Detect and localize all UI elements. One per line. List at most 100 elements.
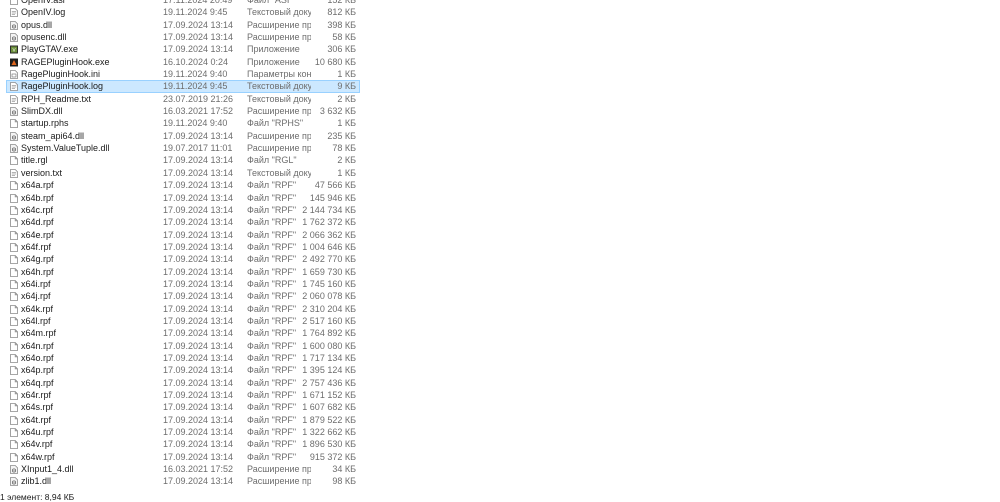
file-name: zlib1.dll	[21, 476, 52, 487]
file-row[interactable]: opusenc.dll 17.09.2024 13:14 Расширение пр…	[0, 31, 1000, 43]
file-size: 1 600 080 КБ	[302, 340, 356, 351]
file-row[interactable]: RagePluginHook.ini 19.11.2024 9:40 Парамет…	[0, 68, 1000, 80]
file-row[interactable]: x64j.rpf 17.09.2024 13:14 Файл "RPF" 2 060 …	[0, 290, 1000, 302]
file-row[interactable]: x64i.rpf 17.09.2024 13:14 Файл "RPF" 1 745 …	[0, 278, 1000, 290]
file-row[interactable]: SlimDX.dll16.03.2021 17:52Расширение при…	[0, 105, 1000, 117]
file-row[interactable]: x64g.rpf 17.09.2024 13:14 Файл "RPF" 2 492 …	[0, 253, 1000, 265]
dll-file-icon	[10, 107, 18, 116]
file-row[interactable]: x64p.rpf 17.09.2024 13:14 Файл "RPF" 1 395 …	[0, 364, 1000, 376]
file-size: 1 КБ	[337, 118, 356, 129]
file-row[interactable]: x64b.rpf 17.09.2024 13:14 Файл "RPF" 145 94…	[0, 192, 1000, 204]
file-date-modified: 16.10.2024 0:24	[163, 56, 229, 67]
file-row[interactable]: x64m.rpf 17.09.2024 13:14 Файл "RPF" 1 764 …	[0, 327, 1000, 339]
file-row[interactable]: zlib1.dll17.09.2024 13:14Расширение при.…	[0, 475, 1000, 487]
file-name: x64n.rpf	[21, 340, 54, 351]
file-name: SlimDX.dll	[21, 106, 63, 117]
file-date-modified: 17.09.2024 13:14	[163, 192, 234, 203]
file-row[interactable]: x64c.rpf 17.09.2024 13:14 Файл "RPF" 2 144 …	[0, 204, 1000, 216]
file-date-modified: 17.09.2024 13:14	[163, 476, 234, 487]
config-file-icon	[10, 70, 18, 79]
file-name: RagePluginHook.ini	[21, 69, 101, 80]
file-size: 1 КБ	[337, 69, 356, 80]
file-name: x64l.rpf	[21, 315, 51, 326]
generic-file-icon	[10, 193, 18, 203]
text-file-icon	[10, 168, 18, 178]
file-size: 1 745 160 КБ	[302, 278, 356, 289]
file-size: 1 879 522 КБ	[302, 414, 356, 425]
file-row[interactable]: x64u.rpf 17.09.2024 13:14 Файл "RPF" 1 322 …	[0, 426, 1000, 438]
file-row[interactable]: opus.dll17.09.2024 13:14Расширение при..…	[0, 19, 1000, 31]
file-row[interactable]: x64q.rpf 17.09.2024 13:14 Файл "RPF" 2 757 …	[0, 377, 1000, 389]
generic-file-icon	[10, 0, 18, 5]
file-date-modified: 17.09.2024 13:14	[163, 130, 234, 141]
file-date-modified: 17.09.2024 13:14	[163, 328, 234, 339]
dll-file-icon	[10, 131, 18, 141]
file-date-modified: 17.09.2024 13:14	[163, 390, 234, 400]
file-row[interactable]: OpenIV.log19.11.2024 9:45Текстовый докум…	[0, 6, 1000, 18]
file-row[interactable]: x64l.rpf 17.09.2024 13:14 Файл "RPF" 2 517 …	[0, 315, 1000, 327]
file-row[interactable]: x64o.rpf 17.09.2024 13:14 Файл "RPF" 1 717 …	[0, 352, 1000, 364]
file-row[interactable]: startup.rphs 19.11.2024 9:40 Файл "RPHS" 1 …	[0, 117, 1000, 129]
file-row[interactable]: version.txt 17.09.2024 13:14 Текстовый док…	[0, 167, 1000, 179]
file-name: x64q.rpf	[21, 377, 54, 388]
file-size: 1 395 124 КБ	[302, 365, 356, 376]
file-date-modified: 17.09.2024 13:14	[163, 365, 234, 376]
generic-file-icon	[10, 366, 18, 376]
file-size: 9 КБ	[337, 81, 356, 92]
file-date-modified: 17.09.2024 13:14	[163, 241, 234, 252]
file-list[interactable]: OpenIV.asi 17.11.2024 20:49 Файл "ASI" 152 …	[0, 0, 1000, 488]
file-size: 34 КБ	[332, 464, 356, 475]
file-size: 2 144 734 КБ	[302, 204, 356, 215]
file-row[interactable]: x64e.rpf 17.09.2024 13:14 Файл "RPF" 2 066 …	[0, 229, 1000, 241]
file-row[interactable]: x64d.rpf 17.09.2024 13:14 Файл "RPF" 1 762 …	[0, 216, 1000, 228]
file-name: XInput1_4.dll	[21, 464, 74, 475]
file-name: x64k.rpf	[21, 303, 54, 314]
text-file-icon	[10, 8, 18, 18]
file-row[interactable]: x64s.rpf 17.09.2024 13:14 Файл "RPF" 1 607 …	[0, 401, 1000, 413]
file-date-modified: 17.09.2024 13:14	[163, 402, 234, 413]
file-row[interactable]: RagePluginHook.log 19.11.2024 9:45 Текстов…	[0, 80, 1000, 94]
generic-file-icon	[10, 304, 18, 314]
file-row[interactable]: System.ValueTuple.dll 19.07.2017 11:01 Рас…	[0, 142, 1000, 154]
file-name: x64o.rpf	[21, 352, 54, 363]
file-row[interactable]: x64w.rpf 17.09.2024 13:14 Файл "RPF" 915 37…	[0, 451, 1000, 463]
file-size: 145 946 КБ	[309, 192, 356, 203]
text-file-icon	[10, 94, 18, 104]
file-row[interactable]: x64a.rpf 17.09.2024 13:14 Файл "RPF" 47 566…	[0, 179, 1000, 191]
file-date-modified: 17.09.2024 13:14	[163, 377, 234, 388]
file-name: x64c.rpf	[21, 204, 54, 215]
file-date-modified: 17.09.2024 13:14	[163, 180, 234, 191]
file-row[interactable]: title.rgl 17.09.2024 13:14 Файл "RGL" 2 КБ	[0, 154, 1000, 166]
file-size: 2 757 436 КБ	[302, 377, 356, 388]
file-name: x64v.rpf	[21, 439, 53, 450]
generic-file-icon	[10, 119, 18, 129]
file-row[interactable]: x64v.rpf 17.09.2024 13:14 Файл "RPF" 1 896 …	[0, 438, 1000, 450]
file-name: version.txt	[21, 167, 63, 178]
generic-file-icon	[10, 205, 18, 215]
file-row[interactable]: V PlayGTAV.exe 17.09.2024 13:14 Приложение 3…	[0, 43, 1000, 55]
file-row[interactable]: x64n.rpf 17.09.2024 13:14 Файл "RPF" 1 600 …	[0, 340, 1000, 352]
file-size: 98 КБ	[332, 476, 356, 487]
file-row[interactable]: RPH_Readme.txt 23.07.2019 21:26 Текстовый …	[0, 93, 1000, 105]
file-size: 1 004 646 КБ	[302, 241, 356, 252]
generic-file-icon	[10, 428, 18, 437]
file-row[interactable]: x64k.rpf 17.09.2024 13:14 Файл "RPF" 2 310 …	[0, 303, 1000, 315]
file-row[interactable]: x64r.rpf 17.09.2024 13:14 Файл "RPF" 1 671 …	[0, 389, 1000, 401]
file-row[interactable]: x64f.rpf 17.09.2024 13:14 Файл "RPF" 1 004 …	[0, 241, 1000, 253]
file-name: x64j.rpf	[21, 291, 51, 302]
file-row[interactable]: x64h.rpf 17.09.2024 13:14 Файл "RPF" 1 659 …	[0, 266, 1000, 278]
file-row[interactable]: steam_api64.dll 17.09.2024 13:14 Расширени…	[0, 130, 1000, 142]
file-date-modified: 17.09.2024 13:14	[163, 167, 234, 178]
file-row[interactable]: x64t.rpf 17.09.2024 13:14 Файл "RPF" 1 879 …	[0, 414, 1000, 426]
generic-file-icon	[10, 280, 18, 289]
file-row[interactable]: RAGEPluginHook.exe 16.10.2024 0:24 Приложе…	[0, 56, 1000, 68]
generic-file-icon	[10, 341, 18, 351]
file-row[interactable]: XInput1_4.dll 16.03.2021 17:52 Расширение …	[0, 463, 1000, 475]
file-size: 2 517 160 КБ	[302, 315, 356, 326]
file-date-modified: 19.11.2024 9:45	[163, 81, 228, 92]
generic-file-icon	[10, 156, 18, 166]
file-size: 1 607 682 КБ	[302, 402, 356, 413]
file-size: 2 066 362 КБ	[302, 229, 356, 240]
file-name: OpenIV.log	[21, 7, 66, 18]
file-size: 812 КБ	[327, 7, 356, 18]
